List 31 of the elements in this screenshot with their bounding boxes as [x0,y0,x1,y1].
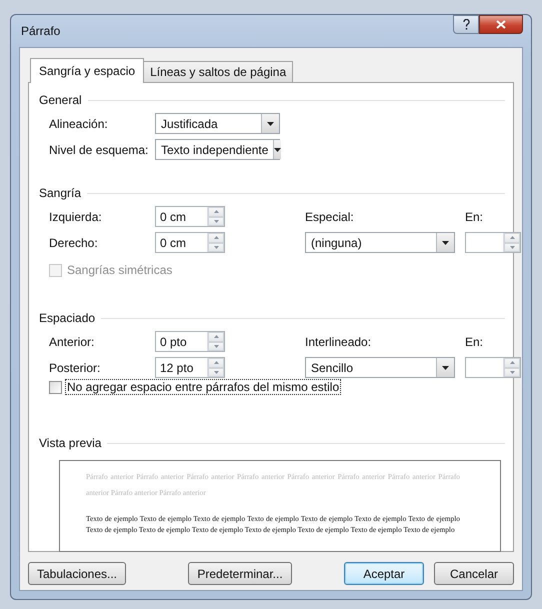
field-label: Posterior: [49,360,102,374]
section-heading: Sangría [39,186,82,200]
left-indent-spinner[interactable]: 0 cm [155,206,225,227]
spacing-after-spinner[interactable]: 12 pto [155,357,225,378]
dialog-button[interactable]: Predeterminar... [188,562,292,585]
section-heading: Vista previa [39,436,102,450]
tab[interactable]: Sangría y espacio [30,58,144,83]
dialog-button[interactable]: Tabulaciones... [28,562,126,585]
field-label: Interlineado: [305,334,372,348]
alignment-dropdown[interactable]: Justificada [155,113,280,134]
field-label: En: [465,210,484,224]
field-label: Alineación: [49,116,109,130]
section-heading: Espaciado [39,311,96,325]
field-label: Nivel de esquema: [49,142,150,156]
dialog-button[interactable]: Aceptar [344,562,424,585]
section-heading: General [39,93,82,107]
spacing-before-spinner[interactable]: 0 pto [155,331,225,352]
tab[interactable]: Líneas y saltos de página [143,61,294,82]
field-label: Anterior: [49,334,96,348]
checkbox-label: Sangrías simétricas [66,263,174,277]
dialog-button[interactable]: Cancelar [434,562,514,585]
line-spacing-dropdown[interactable]: Sencillo [305,357,455,378]
special-indent-dropdown[interactable]: (ninguna) [305,232,455,253]
field-label: Especial: [305,210,355,224]
field-label: Izquierda: [49,210,103,224]
window-title: Párrafo [20,24,62,38]
field-label: Derecho: [49,236,99,250]
right-indent-spinner[interactable]: 0 cm [155,232,225,253]
field-label: En: [465,334,484,348]
outline-level-dropdown[interactable]: Texto independiente [155,139,280,160]
checkbox-label: No agregar espacio entre párrafos del mismo estilo [66,380,340,394]
